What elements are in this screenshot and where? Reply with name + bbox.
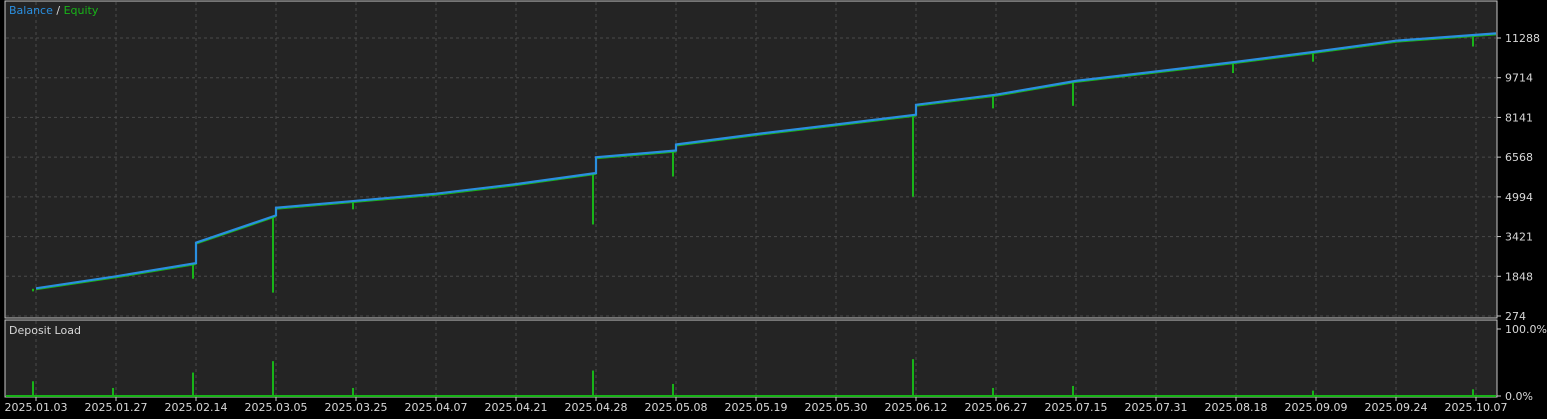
y-tick-label: 274 <box>1505 310 1526 323</box>
main-panel <box>4 0 1498 319</box>
legend-separator: / <box>53 4 64 17</box>
x-tick-label: 2025.07.31 <box>1125 401 1188 414</box>
deposit-load-y-ticks: 100.0% 0.0% <box>1497 323 1547 403</box>
y-tick-label: 4994 <box>1505 191 1533 204</box>
y-tick-label: 6568 <box>1505 151 1533 164</box>
y-tick-label: 11288 <box>1505 32 1540 45</box>
x-tick-label: 2025.09.09 <box>1285 401 1348 414</box>
x-tick-label: 2025.10.07 <box>1445 401 1508 414</box>
y-tick-label: 0.0% <box>1505 390 1533 403</box>
x-tick-label: 2025.04.21 <box>485 401 548 414</box>
y-tick-label: 100.0% <box>1505 323 1547 336</box>
x-tick-label: 2025.03.05 <box>245 401 308 414</box>
x-tick-label: 2025.05.08 <box>645 401 708 414</box>
x-tick-label: 2025.09.24 <box>1365 401 1428 414</box>
x-tick-label: 2025.02.14 <box>165 401 228 414</box>
y-tick-label: 8141 <box>1505 111 1533 124</box>
x-tick-label: 2025.04.28 <box>565 401 628 414</box>
main-y-ticks: 11288 9714 8141 6568 4994 3421 1848 274 <box>1497 32 1540 323</box>
y-tick-label: 9714 <box>1505 72 1533 85</box>
legend-balance: Balance <box>9 4 53 17</box>
x-tick-label: 2025.04.07 <box>405 401 468 414</box>
x-tick-label: 2025.06.12 <box>885 401 948 414</box>
x-tick-label: 2025.01.03 <box>5 401 68 414</box>
y-tick-label: 3421 <box>1505 231 1533 244</box>
legend: Balance / Equity <box>9 4 99 17</box>
x-tick-label: 2025.08.18 <box>1205 401 1268 414</box>
deposit-load-panel <box>4 319 1498 398</box>
x-tick-label: 2025.07.15 <box>1045 401 1108 414</box>
balance-equity-chart: 11288 9714 8141 6568 4994 3421 1848 274 Balance… <box>0 0 1547 415</box>
deposit-load-title: Deposit Load <box>9 324 81 337</box>
y-tick-label: 1848 <box>1505 270 1533 283</box>
x-tick-label: 2025.03.25 <box>325 401 388 414</box>
chart-svg: 11288 9714 8141 6568 4994 3421 1848 274 Balance… <box>4 0 1547 414</box>
x-tick-label: 2025.01.27 <box>85 401 148 414</box>
x-tick-label: 2025.06.27 <box>965 401 1028 414</box>
x-tick-label: 2025.05.19 <box>725 401 788 414</box>
legend-equity: Equity <box>64 4 99 17</box>
x-axis-ticks: 2025.01.03 2025.01.27 2025.02.14 2025.03.05… <box>5 397 1508 414</box>
x-tick-label: 2025.05.30 <box>805 401 868 414</box>
